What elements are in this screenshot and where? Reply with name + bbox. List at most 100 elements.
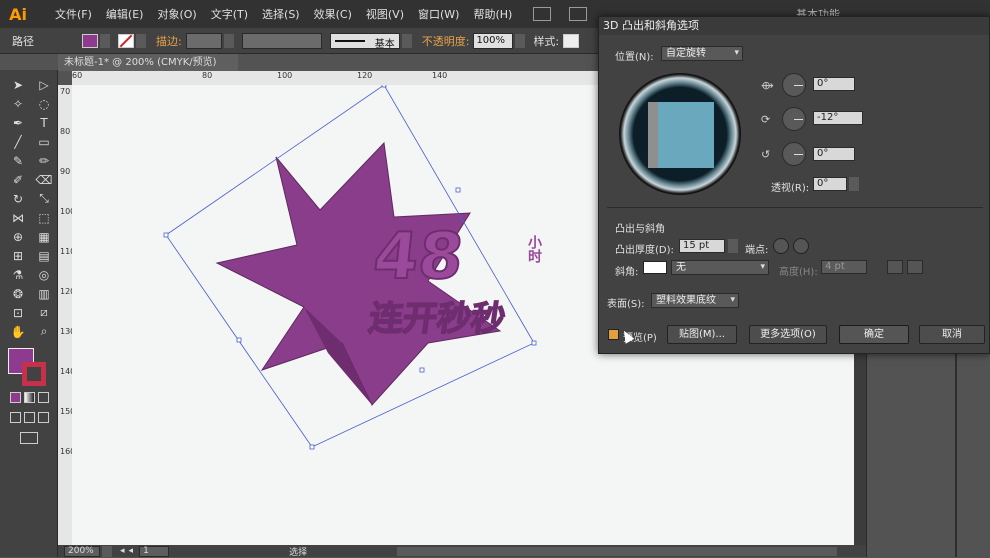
eyedropper-tool-icon[interactable]: ⚗ — [8, 266, 28, 283]
paintbrush-tool-icon[interactable]: ✎ — [8, 152, 28, 169]
gradient-tool-icon[interactable]: ▤ — [34, 247, 54, 264]
artwork-text-48[interactable]: 48 — [369, 218, 468, 295]
rotate-y-input[interactable]: -12° — [813, 111, 863, 125]
bevel-out-button[interactable] — [887, 260, 903, 274]
prev-artboard-icon[interactable]: ◂ — [120, 546, 125, 556]
style-swatch[interactable] — [563, 33, 580, 48]
blend-tool-icon[interactable]: ◎ — [34, 266, 54, 283]
rotate-tool-icon[interactable]: ↻ — [8, 190, 28, 207]
menu-view[interactable]: 视图(V) — [359, 6, 411, 22]
height-input[interactable]: 4 pt — [821, 260, 867, 274]
depth-input[interactable]: 15 pt — [679, 239, 725, 253]
eraser-tool-icon[interactable]: ⌫ — [34, 171, 54, 188]
menu-select[interactable]: 选择(S) — [255, 6, 307, 22]
type-tool-icon[interactable]: T — [34, 114, 54, 131]
status-tool[interactable]: 选择 — [289, 545, 307, 558]
rotate-x-icon: ⟴ — [761, 79, 774, 92]
scale-tool-icon[interactable]: ⤡ — [34, 190, 54, 207]
brush-label: 基本 — [374, 38, 395, 50]
menu-edit[interactable]: 编辑(E) — [99, 6, 151, 22]
brush-dropdown[interactable] — [401, 33, 412, 48]
lasso-tool-icon[interactable]: ◌ — [34, 95, 54, 112]
fill-dropdown[interactable] — [100, 33, 110, 48]
tools-panel: ➤ ▷ ✧ ◌ ✒ T ╱ ▭ ✎ ✏ ✐ ⌫ ↻ ⤡ ⋈ ⬚ ⊕ ▦ ⊞ ▤ … — [0, 70, 58, 557]
fill-color-swatch[interactable] — [82, 33, 98, 48]
stroke-weight-dropdown[interactable] — [223, 33, 234, 48]
menu-type[interactable]: 文字(T) — [204, 6, 255, 22]
variable-width-field[interactable] — [241, 32, 322, 49]
stroke-swatch[interactable] — [22, 362, 46, 386]
perspective-input[interactable]: 0° — [813, 177, 847, 191]
width-tool-icon[interactable]: ⋈ — [8, 209, 28, 226]
screen-mode-icon[interactable] — [20, 432, 38, 444]
perspective-grid-tool-icon[interactable]: ▦ — [34, 228, 54, 245]
slice-tool-icon[interactable]: ⧄ — [34, 304, 54, 321]
cap-on-button[interactable] — [773, 238, 789, 254]
mesh-tool-icon[interactable]: ⊞ — [8, 247, 28, 264]
direct-selection-tool-icon[interactable]: ▷ — [34, 76, 54, 93]
perspective-dropdown[interactable] — [849, 177, 859, 191]
map-art-button[interactable]: 贴图(M)... — [667, 325, 737, 344]
blob-brush-tool-icon[interactable]: ✐ — [8, 171, 28, 188]
cancel-button[interactable]: 取消 — [919, 325, 985, 344]
brush-field[interactable]: 基本 — [329, 32, 400, 50]
bevel-in-button[interactable] — [907, 260, 923, 274]
horizontal-scrollbar[interactable] — [397, 546, 838, 556]
gradient-mode-icon[interactable] — [24, 392, 35, 403]
bevel-select[interactable]: 无 — [671, 260, 769, 275]
bridge-icon[interactable] — [533, 7, 552, 21]
stroke-color-swatch[interactable] — [118, 33, 134, 48]
more-options-button[interactable]: 更多选项(O) — [749, 325, 827, 344]
draw-inside-icon[interactable] — [38, 412, 49, 423]
document-tab[interactable]: 未标题-1* @ 200% (CMYK/预览) — [58, 54, 238, 71]
color-mode-icon[interactable] — [10, 392, 21, 403]
menu-object[interactable]: 对象(O) — [150, 6, 203, 22]
surface-select[interactable]: 塑料效果底纹 — [651, 293, 739, 308]
stroke-weight-field[interactable] — [185, 32, 222, 49]
depth-dropdown[interactable] — [728, 239, 738, 253]
menu-window[interactable]: 窗口(W) — [411, 6, 466, 22]
magic-wand-tool-icon[interactable]: ✧ — [8, 95, 28, 112]
artwork-text-bottom[interactable]: 连开秒秒 — [366, 298, 509, 339]
menu-file[interactable]: 文件(F) — [48, 6, 99, 22]
column-graph-tool-icon[interactable]: ▥ — [34, 285, 54, 302]
stroke-panel-link[interactable]: 描边: — [156, 33, 182, 49]
ok-button[interactable]: 确定 — [839, 325, 909, 344]
rotate-x-dial[interactable] — [782, 73, 806, 97]
opacity-dropdown[interactable] — [515, 33, 526, 48]
arrange-documents-icon[interactable] — [569, 7, 588, 21]
artboard-field[interactable]: 1 — [139, 545, 170, 557]
stroke-dropdown[interactable] — [136, 33, 146, 48]
opacity-link[interactable]: 不透明度: — [422, 33, 470, 49]
none-mode-icon[interactable] — [38, 392, 49, 403]
draw-normal-icon[interactable] — [10, 412, 21, 423]
zoom-tool-icon[interactable]: ⌕ — [34, 323, 54, 340]
position-select[interactable]: 自定旋转 — [661, 46, 743, 61]
symbol-sprayer-tool-icon[interactable]: ❂ — [8, 285, 28, 302]
free-transform-tool-icon[interactable]: ⬚ — [34, 209, 54, 226]
menu-help[interactable]: 帮助(H) — [466, 6, 519, 22]
next-artboard-icon[interactable]: ◂ — [129, 546, 134, 556]
selection-tool-icon[interactable]: ➤ — [8, 76, 28, 93]
rotation-cube-preview[interactable] — [619, 73, 741, 195]
shape-builder-tool-icon[interactable]: ⊕ — [8, 228, 28, 245]
hand-tool-icon[interactable]: ✋ — [8, 323, 28, 340]
rotation-cube[interactable] — [648, 102, 714, 168]
rotate-x-input[interactable]: 0° — [813, 77, 855, 91]
pencil-tool-icon[interactable]: ✏ — [34, 152, 54, 169]
opacity-field[interactable]: 100% — [473, 32, 514, 49]
draw-behind-icon[interactable] — [24, 412, 35, 423]
artwork-text-hours[interactable]: 小时 — [526, 235, 542, 264]
menu-effect[interactable]: 效果(C) — [307, 6, 359, 22]
zoom-field[interactable]: 200% — [64, 545, 100, 557]
rectangle-tool-icon[interactable]: ▭ — [34, 133, 54, 150]
preview-checkbox[interactable] — [608, 329, 619, 340]
pen-tool-icon[interactable]: ✒ — [8, 114, 28, 131]
rotate-z-dial[interactable] — [782, 142, 806, 166]
rotate-z-input[interactable]: 0° — [813, 147, 855, 161]
zoom-dropdown[interactable] — [102, 545, 112, 557]
cap-off-button[interactable] — [793, 238, 809, 254]
line-tool-icon[interactable]: ╱ — [8, 133, 28, 150]
rotate-y-dial[interactable] — [782, 107, 806, 131]
artboard-tool-icon[interactable]: ⊡ — [8, 304, 28, 321]
